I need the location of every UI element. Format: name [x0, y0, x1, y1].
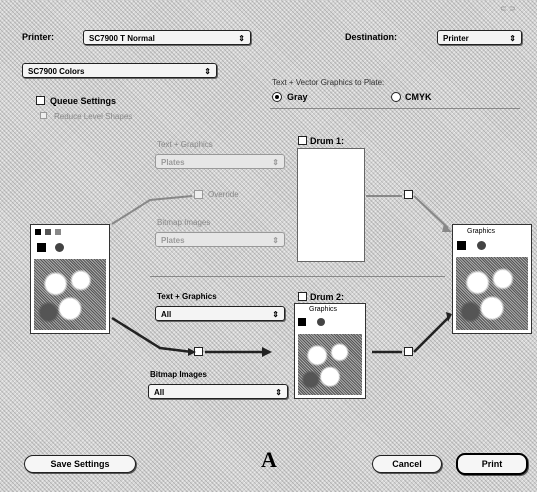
flow-arrows	[111, 195, 452, 357]
upper-right-flow-arrow	[413, 195, 449, 229]
adobe-logo-icon: A	[261, 447, 277, 472]
arrowhead-icon	[442, 224, 452, 232]
arrowhead-icon	[188, 348, 196, 356]
lower-right-flow-arrow	[413, 317, 449, 353]
arrowhead-icon	[262, 347, 272, 357]
save-settings-button[interactable]: Save Settings	[24, 455, 136, 473]
upper-left-flow-arrow	[111, 195, 193, 225]
cancel-button[interactable]: Cancel	[372, 455, 442, 473]
lower-left-flow-arrow	[111, 316, 193, 354]
print-button[interactable]: Print	[456, 453, 528, 475]
